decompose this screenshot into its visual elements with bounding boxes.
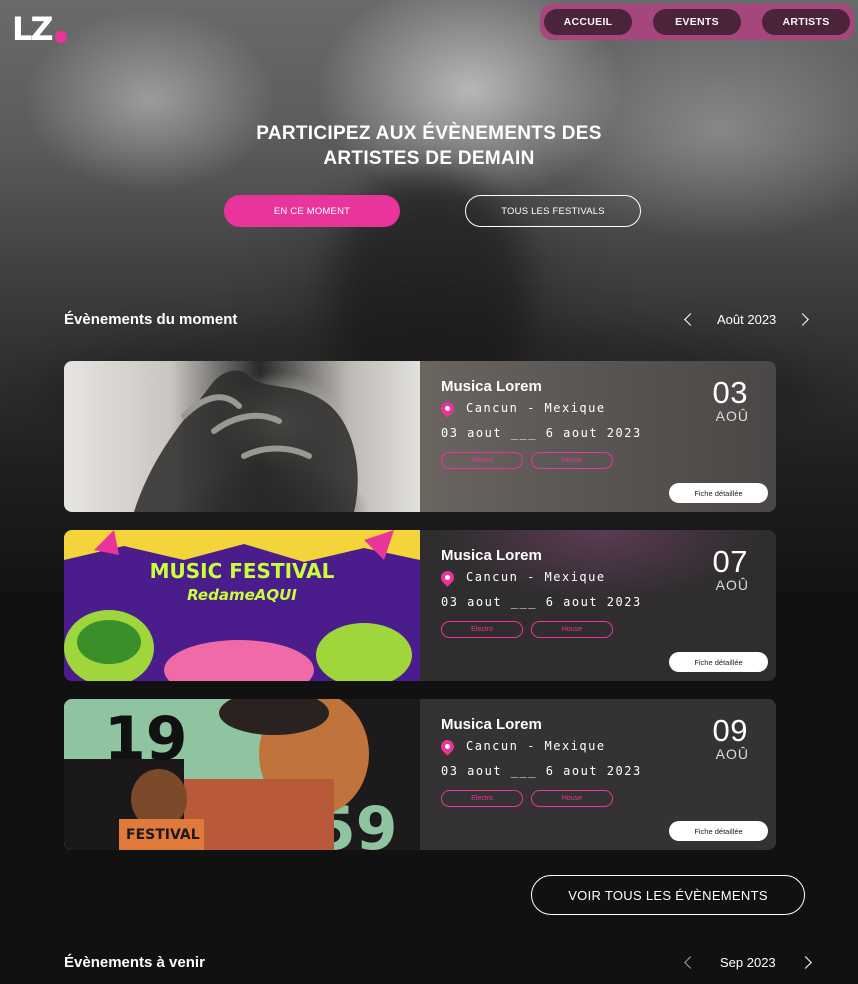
- event-day: 07: [712, 544, 748, 579]
- nav-events[interactable]: EVENTS: [653, 9, 741, 35]
- fiche-detaillee-button[interactable]: Fiche détaillée: [669, 652, 768, 672]
- event-tags: Electro House: [441, 790, 613, 807]
- voir-tous-button[interactable]: VOIR TOUS LES ÉVÈNEMENTS: [531, 875, 805, 915]
- event-image: MUSIC FESTIVAL RedameAQUI: [64, 530, 420, 681]
- location-pin-icon: [438, 567, 457, 587]
- tag-house[interactable]: House: [531, 452, 613, 469]
- event-details: Musica Lorem Cancun - Mexique 03 aout __…: [420, 699, 776, 850]
- event-name: Musica Lorem: [441, 547, 542, 564]
- event-location: Cancun - Mexique: [438, 736, 606, 756]
- location-pin-icon: [438, 398, 457, 418]
- event-image: 19 59 FESTIVAL: [64, 699, 420, 850]
- event-dates: 03 aout ___ 6 aout 2023: [441, 764, 642, 778]
- chevron-right-icon[interactable]: [798, 956, 812, 969]
- hero-title-line1: PARTICIPEZ AUX ÉVÈNEMENTS DES: [256, 123, 602, 144]
- event-name: Musica Lorem: [441, 716, 542, 733]
- en-ce-moment-button[interactable]: EN CE MOMENT: [224, 195, 400, 227]
- poster-banner: FESTIVAL: [126, 827, 200, 843]
- hand-illustration: [134, 370, 358, 512]
- month-label: Août 2023: [717, 312, 777, 327]
- event-location-text: Cancun - Mexique: [466, 739, 606, 753]
- event-dates: 03 aout ___ 6 aout 2023: [441, 595, 642, 609]
- chevron-left-icon[interactable]: [684, 956, 697, 969]
- tag-electro[interactable]: Electro: [441, 790, 523, 807]
- month-label: Sep 2023: [720, 955, 776, 970]
- fiche-detaillee-button[interactable]: Fiche détaillée: [669, 483, 768, 503]
- section-title-current: Évènements du moment: [64, 311, 238, 328]
- event-dates: 03 aout ___ 6 aout 2023: [441, 426, 642, 440]
- month-nav-current: Août 2023: [684, 312, 810, 327]
- tag-electro[interactable]: Electro: [441, 621, 523, 638]
- event-image: [64, 361, 420, 512]
- chevron-right-icon[interactable]: [796, 313, 810, 326]
- event-location-text: Cancun - Mexique: [466, 401, 606, 415]
- event-day: 09: [712, 713, 748, 748]
- poster-subtitle: RedameAQUI: [187, 586, 297, 604]
- nav-artists[interactable]: ARTISTS: [762, 9, 850, 35]
- event-day: 03: [712, 375, 748, 410]
- event-location: Cancun - Mexique: [438, 398, 606, 418]
- event-card[interactable]: MUSIC FESTIVAL RedameAQUI Musica Lorem C…: [64, 530, 776, 681]
- logo-text: LZ: [12, 10, 54, 48]
- month-nav-upcoming: Sep 2023: [684, 955, 812, 970]
- tag-electro[interactable]: Electro: [441, 452, 523, 469]
- nav-accueil[interactable]: ACCUEIL: [544, 9, 632, 35]
- logo-dot: [54, 31, 67, 43]
- logo[interactable]: LZ: [12, 10, 67, 48]
- tag-house[interactable]: House: [531, 621, 613, 638]
- event-tags: Electro House: [441, 621, 613, 638]
- section-title-upcoming: Évènements à venir: [64, 954, 205, 971]
- event-location-text: Cancun - Mexique: [466, 570, 606, 584]
- event-month: AOÛ: [715, 577, 749, 593]
- hero-title-line2: ARTISTES DE DEMAIN: [323, 148, 535, 169]
- poster-title: MUSIC FESTIVAL: [150, 559, 335, 583]
- festival-poster: MUSIC FESTIVAL RedameAQUI: [64, 530, 420, 681]
- event-location: Cancun - Mexique: [438, 567, 606, 587]
- hero-title: PARTICIPEZ AUX ÉVÈNEMENTS DES ARTISTES D…: [200, 121, 658, 171]
- collage-poster: 19 59 FESTIVAL: [64, 699, 420, 850]
- event-tags: Electro House: [441, 452, 613, 469]
- event-details: Musica Lorem Cancun - Mexique 03 aout __…: [420, 361, 776, 512]
- event-card[interactable]: 19 59 FESTIVAL Musica Lorem Cancun - Mex…: [64, 699, 776, 850]
- location-pin-icon: [438, 736, 457, 756]
- poster-year-a: 19: [104, 704, 188, 774]
- tous-les-festivals-button[interactable]: TOUS LES FESTIVALS: [465, 195, 641, 227]
- event-card[interactable]: Musica Lorem Cancun - Mexique 03 aout __…: [64, 361, 776, 512]
- fiche-detaillee-button[interactable]: Fiche détaillée: [669, 821, 768, 841]
- event-details: Musica Lorem Cancun - Mexique 03 aout __…: [420, 530, 776, 681]
- tag-house[interactable]: House: [531, 790, 613, 807]
- event-month: AOÛ: [715, 746, 749, 762]
- main-nav: ACCUEIL EVENTS ARTISTS: [540, 4, 854, 40]
- event-month: AOÛ: [715, 408, 749, 424]
- chevron-left-icon[interactable]: [684, 313, 697, 326]
- event-name: Musica Lorem: [441, 378, 542, 395]
